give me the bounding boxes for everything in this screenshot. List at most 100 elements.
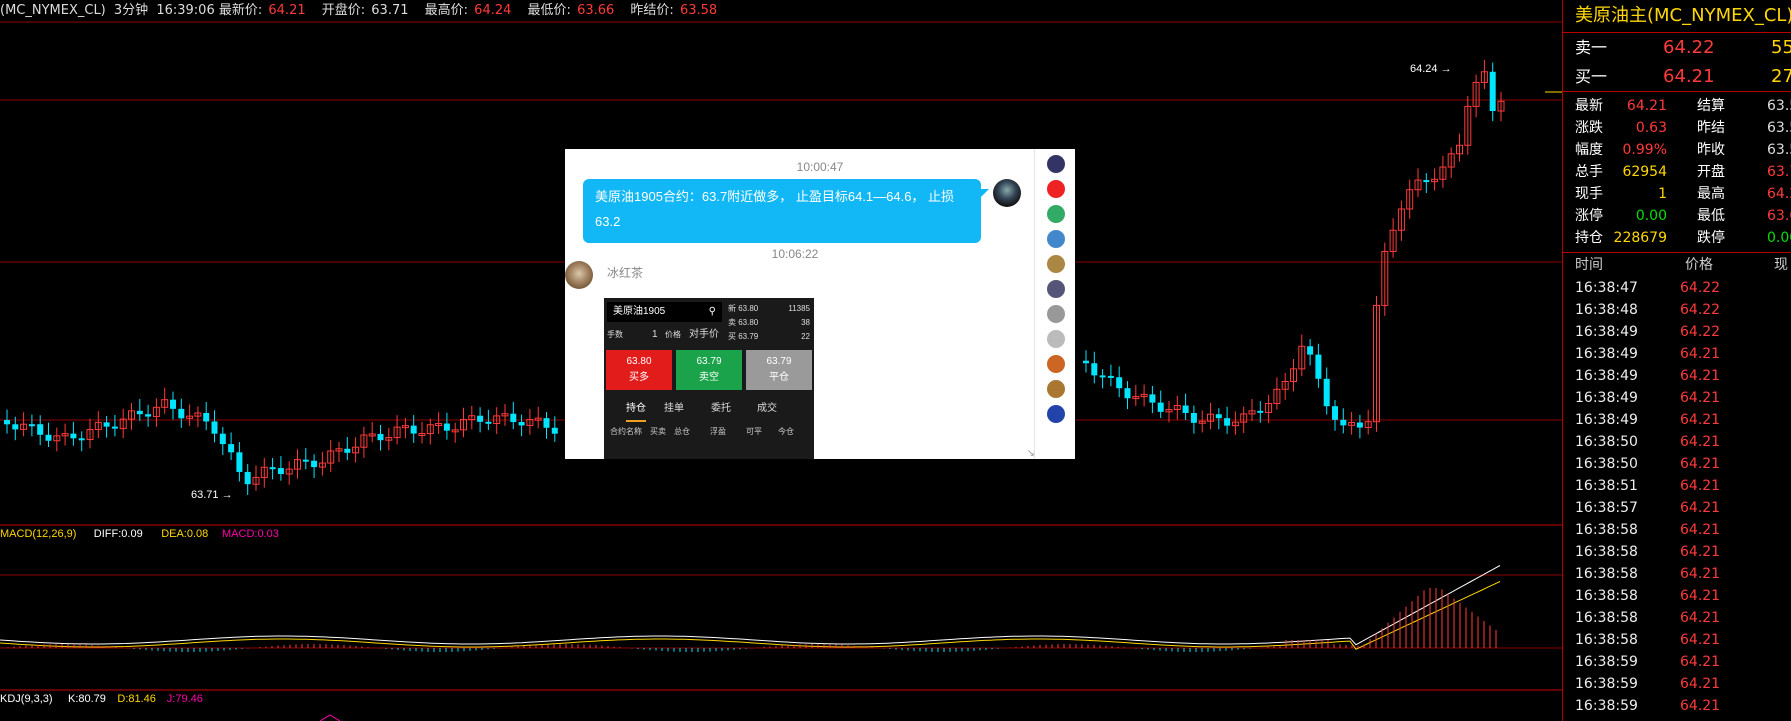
sender-avatar-other[interactable] xyxy=(565,261,593,289)
quote-value: 62954 xyxy=(1622,164,1667,180)
sender-name: 冰红茶 xyxy=(607,266,644,280)
phone-tab[interactable]: 持仓 xyxy=(626,398,646,422)
tick-time: 16:38:58 xyxy=(1575,588,1638,604)
quote-label: 最低 xyxy=(1697,208,1725,224)
quote-value: 63.71 xyxy=(1767,164,1791,180)
tick-price: 64.21 xyxy=(1680,368,1721,384)
phone-order-row: 手数 1 价格 对手价 xyxy=(607,326,725,344)
quote-label: 涨停 xyxy=(1575,208,1603,224)
tick-row: 16:38:51 64.21 xyxy=(1563,475,1791,497)
contact-avatar-icon[interactable] xyxy=(1047,205,1065,223)
bid-price: 64.21 xyxy=(1663,66,1715,87)
phone-search-box: 美原油1905 ⚲ xyxy=(607,302,722,322)
tick-row: 16:38:49 64.21 xyxy=(1563,409,1791,431)
resize-grip-icon[interactable]: ↘ xyxy=(1027,448,1035,459)
contact-avatar-icon[interactable] xyxy=(1047,280,1065,298)
tick-row: 16:38:57 64.21 xyxy=(1563,497,1791,519)
quote-value: 228679 xyxy=(1613,230,1667,246)
tick-row: 16:38:58 64.21 xyxy=(1563,629,1791,651)
tick-price: 64.21 xyxy=(1680,676,1721,692)
contact-avatar-icon[interactable] xyxy=(1047,255,1065,273)
quote-label: 昨收 xyxy=(1697,142,1725,158)
contact-avatar-icon[interactable] xyxy=(1047,380,1065,398)
phone-buy-button[interactable]: 63.80 买多 xyxy=(606,350,672,390)
contact-avatar-icon[interactable] xyxy=(1047,230,1065,248)
contact-avatar-icon[interactable] xyxy=(1047,305,1065,323)
phone-quote-sell: 63.80 xyxy=(738,318,759,327)
phone-sell-price: 63.79 xyxy=(696,356,722,367)
low-price-marker: 63.71 → xyxy=(191,489,233,501)
candle-down xyxy=(70,433,77,439)
phone-buy-price: 63.80 xyxy=(626,356,652,367)
tick-time: 16:38:48 xyxy=(1575,302,1638,318)
quote-value: 64.24 xyxy=(1767,186,1791,202)
candle-down xyxy=(203,412,210,422)
contact-avatar-icon[interactable] xyxy=(1047,330,1065,348)
ticks-header-price: 价格 xyxy=(1685,257,1713,273)
sender-avatar-self[interactable] xyxy=(993,179,1021,207)
trading-app-screenshot[interactable]: 美原油1905 ⚲ 新 63.80 11385 卖 63.80 38 买 63.79… xyxy=(604,298,814,459)
phone-sell-button[interactable]: 63.79 卖空 xyxy=(676,350,742,390)
tick-list[interactable]: 16:38:47 64.22 16:38:48 64.22 16:38:49 64.22 1… xyxy=(1563,277,1791,717)
tick-row: 16:38:58 64.21 xyxy=(1563,563,1791,585)
tick-row: 16:38:59 64.21 xyxy=(1563,695,1791,717)
candle-down xyxy=(344,448,351,453)
phone-lots-label: 手数 xyxy=(607,330,623,339)
quote-row: 现手 1 最高 64.24 xyxy=(1563,183,1791,205)
panel-title: 美原油主(MC_NYMEX_CL) xyxy=(1563,0,1791,33)
macd-indicator-label: MACD(12,26,9) xyxy=(0,528,76,540)
candle-down xyxy=(4,420,10,425)
ask-label: 卖一 xyxy=(1575,38,1608,57)
low-price-label: 最低价: xyxy=(527,3,571,18)
tick-time: 16:38:59 xyxy=(1575,654,1638,670)
phone-price-label: 价格 xyxy=(665,330,681,339)
phone-tab[interactable]: 委托 xyxy=(711,398,731,420)
chart-header-bar: (MC_NYMEX_CL) 3分钟 16:39:06 最新价: 64.21 开盘… xyxy=(0,0,1562,22)
tick-price: 64.22 xyxy=(1680,302,1721,318)
phone-column-header: 买卖 xyxy=(650,427,666,436)
tick-price: 64.21 xyxy=(1680,456,1721,472)
candle-down xyxy=(277,468,284,474)
quote-row: 总手 62954 开盘 63.71 xyxy=(1563,161,1791,183)
quote-label: 现手 xyxy=(1575,186,1603,202)
contact-avatar-icon[interactable] xyxy=(1047,155,1065,173)
chat-message-bubble[interactable]: 美原油1905合约：63.7附近做多， 止盈目标64.1—64.6， 止损63.… xyxy=(583,179,989,243)
tick-row: 16:38:58 64.21 xyxy=(1563,541,1791,563)
phone-price-type: 对手价 xyxy=(689,329,719,340)
phone-sell-label: 卖空 xyxy=(699,372,719,383)
candle-down xyxy=(136,410,143,415)
tick-time: 16:38:57 xyxy=(1575,500,1638,516)
candle-down xyxy=(211,421,218,434)
prev-settle-label: 昨结价: xyxy=(630,3,674,18)
contact-avatar-icon[interactable] xyxy=(1047,405,1065,423)
chart-period[interactable]: 3分钟 xyxy=(114,3,148,18)
phone-column-header: 浮盈 xyxy=(710,427,726,436)
chat-timestamp-2: 10:06:22 xyxy=(771,247,819,261)
chat-popup[interactable]: 10:00:47 美原油1905合约：63.7附近做多， 止盈目标64.1—64… xyxy=(565,149,1075,459)
phone-close-button[interactable]: 63.79 平仓 xyxy=(746,350,812,390)
tick-price: 64.21 xyxy=(1680,500,1721,516)
candle-down xyxy=(111,426,118,429)
contact-avatar-icon[interactable] xyxy=(1047,180,1065,198)
tick-price: 64.21 xyxy=(1680,434,1721,450)
phone-quote-new-label: 新 xyxy=(728,304,736,313)
quote-row: 最新 64.21 结算 63.58 xyxy=(1563,95,1791,117)
phone-tab[interactable]: 成交 xyxy=(757,398,777,420)
ask-row[interactable]: 卖一 64.22 55 xyxy=(1563,33,1791,62)
tick-row: 16:38:59 64.21 xyxy=(1563,651,1791,673)
candle-down xyxy=(269,467,276,470)
candle-down xyxy=(1107,375,1114,378)
phone-tab[interactable]: 挂单 xyxy=(664,398,684,420)
tick-row: 16:38:49 64.22 xyxy=(1563,321,1791,343)
tick-price: 64.21 xyxy=(1680,478,1721,494)
candle-down xyxy=(1323,378,1330,407)
quote-value: 0.00 xyxy=(1767,230,1791,246)
bid-row[interactable]: 买一 64.21 27 xyxy=(1563,62,1791,91)
phone-quote-buy: 63.79 xyxy=(738,332,759,341)
quote-value: 64.21 xyxy=(1626,98,1667,114)
quote-label: 涨跌 xyxy=(1575,120,1603,136)
chat-timestamp-1: 10:00:47 xyxy=(796,160,844,174)
quote-value: 0.63 xyxy=(1635,120,1667,136)
contact-avatar-icon[interactable] xyxy=(1047,355,1065,373)
tick-row: 16:38:49 64.21 xyxy=(1563,365,1791,387)
